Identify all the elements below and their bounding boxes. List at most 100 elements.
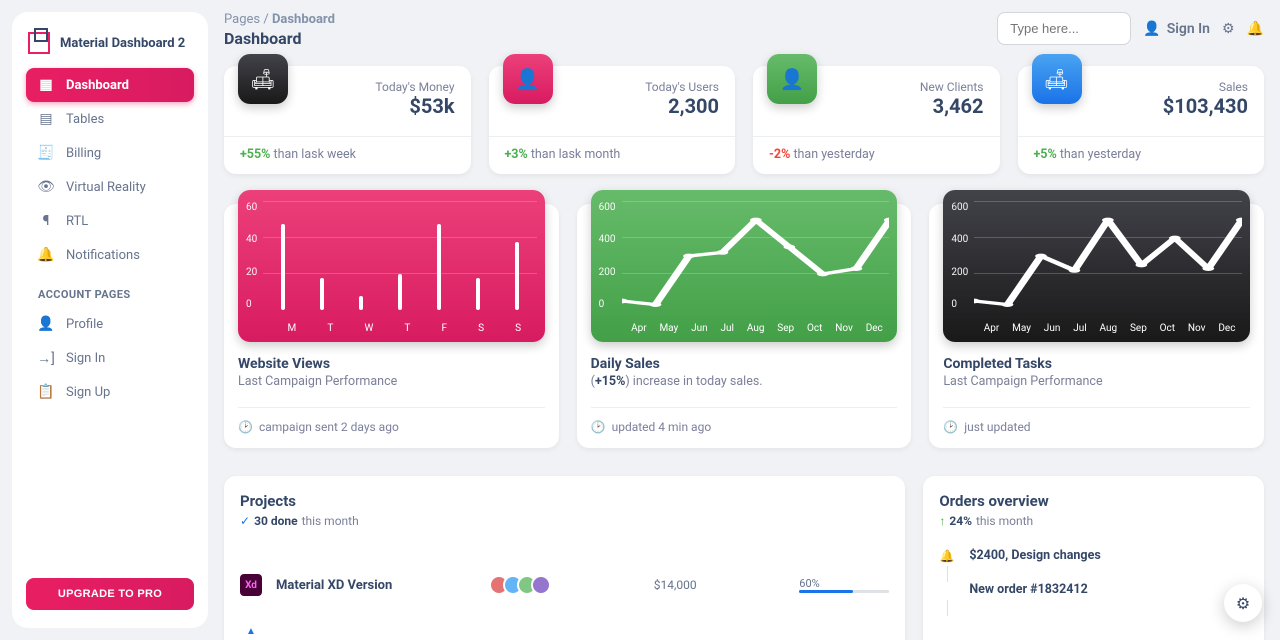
- chart-yaxis: 6004002000: [951, 202, 974, 310]
- stat-icon: 👤: [503, 54, 553, 104]
- chart-canvas: 6004002000 AprMayJunJulAugSepOctNovDec: [943, 190, 1250, 342]
- chart-subtitle: Last Campaign Performance: [238, 374, 545, 389]
- chart-bar: [359, 296, 363, 310]
- chart-yaxis: 6004002000: [599, 202, 622, 310]
- stat-card: 🛋Sales$103,430+5% than yesterday: [1018, 66, 1265, 174]
- clock-icon: 🕑: [238, 420, 253, 434]
- sidebar-item-virtual-reality[interactable]: 👁 Virtual Reality: [26, 170, 194, 204]
- sidebar-item-billing[interactable]: 🧾 Billing: [26, 136, 194, 170]
- orders-title: Orders overview: [939, 492, 1248, 510]
- search-input[interactable]: [997, 12, 1131, 45]
- chart-canvas: 6040200 MTWTFSS: [238, 190, 545, 342]
- chart-plot: [974, 202, 1242, 310]
- sidebar-item-profile[interactable]: 👤Profile: [26, 307, 194, 341]
- nav-label: Notifications: [66, 248, 140, 263]
- chart-bar: [476, 278, 480, 310]
- stats-row: 🛋Today's Money$53k+55% than lask week👤To…: [224, 66, 1264, 174]
- chart-card: 6004002000AprMayJunJulAugSepOctNovDecDai…: [577, 204, 912, 448]
- arrow-up-icon: ↑: [939, 514, 945, 528]
- chart-xaxis: MTWTFSS: [246, 323, 537, 334]
- notifications-icon[interactable]: 🔔: [1247, 21, 1264, 37]
- timeline-icon: [939, 582, 955, 598]
- brand: Material Dashboard 2: [26, 26, 194, 68]
- nav-icon: 👤: [38, 316, 54, 332]
- chart-bar: [398, 274, 402, 310]
- timeline-item: 🔔 $2400, Design changes: [939, 548, 1248, 582]
- chart-footer: 🕑just updated: [943, 407, 1250, 434]
- timeline-item: New order #1832412: [939, 582, 1248, 616]
- chart-plot: [622, 202, 890, 310]
- signin-label: Sign In: [1167, 21, 1210, 37]
- clock-icon: 🕑: [591, 420, 606, 434]
- chart-title: Daily Sales: [591, 356, 898, 372]
- timeline-title: New order #1832412: [969, 582, 1087, 598]
- sidebar-item-sign-up[interactable]: 📋Sign Up: [26, 375, 194, 409]
- nav-label: Tables: [66, 112, 104, 127]
- projects-done-count: 30 done: [254, 514, 298, 528]
- chart-title: Completed Tasks: [943, 356, 1250, 372]
- chart-footer: 🕑updated 4 min ago: [591, 407, 898, 434]
- nav-icon: 👁: [38, 179, 54, 195]
- nav-label: Virtual Reality: [66, 180, 146, 195]
- nav-icon: ▤: [38, 111, 54, 127]
- breadcrumb: Pages / Dashboard: [224, 12, 335, 27]
- stat-icon: 🛋: [1032, 54, 1082, 104]
- stat-foot: -2% than yesterday: [769, 147, 984, 162]
- topbar: Pages / Dashboard Dashboard 👤 Sign In ⚙ …: [224, 12, 1264, 48]
- nav-icon: ▦: [38, 77, 54, 93]
- check-icon: ✓: [240, 514, 250, 528]
- sidebar: Material Dashboard 2 ▦ Dashboard ▤ Tables 🧾 B…: [12, 12, 208, 628]
- breadcrumb-root[interactable]: Pages: [224, 12, 260, 27]
- chart-xaxis: AprMayJunJulAugSepOctNovDec: [951, 323, 1242, 334]
- project-budget: $14,000: [654, 578, 697, 592]
- brand-icon: [28, 32, 50, 54]
- upgrade-button[interactable]: UPGRADE TO PRO: [26, 578, 194, 610]
- timeline-icon: 🔔: [939, 548, 955, 564]
- nav-label: RTL: [66, 214, 88, 229]
- nav-label: Billing: [66, 146, 101, 161]
- stat-foot: +3% than lask month: [505, 147, 720, 162]
- nav-icon: ¶: [38, 213, 54, 229]
- nav-icon: →]: [38, 350, 54, 366]
- chart-subtitle: (+15%) increase in today sales.: [591, 374, 898, 389]
- sidebar-item-sign-in[interactable]: →] Sign In: [26, 341, 194, 375]
- stat-icon: 🛋: [238, 54, 288, 104]
- clock-icon: 🕑: [943, 420, 958, 434]
- stat-card: 🛋Today's Money$53k+55% than lask week: [224, 66, 471, 174]
- chart-card: 6040200 MTWTFSS Website Views Last Campaign…: [224, 204, 559, 448]
- brand-text: Material Dashboard 2: [60, 36, 185, 51]
- projects-done-suffix: this month: [302, 514, 359, 528]
- chart-footer: 🕑campaign sent 2 days ago: [238, 407, 545, 434]
- project-row[interactable]: ▲: [240, 608, 889, 640]
- chart-title: Website Views: [238, 356, 545, 372]
- breadcrumb-current: Dashboard: [272, 12, 335, 27]
- project-icon: Xd: [240, 574, 262, 596]
- sidebar-item-dashboard[interactable]: ▦ Dashboard: [26, 68, 194, 102]
- signin-link[interactable]: 👤 Sign In: [1143, 21, 1210, 37]
- person-icon: 👤: [1143, 21, 1160, 37]
- sidebar-item-rtl[interactable]: ¶ RTL: [26, 204, 194, 238]
- nav-icon: 🧾: [38, 145, 54, 161]
- project-row[interactable]: XdMaterial XD Version$14,00060%: [240, 562, 889, 608]
- chart-subtitle: Last Campaign Performance: [943, 374, 1250, 389]
- stat-card: 👤New Clients3,462-2% than yesterday: [753, 66, 1000, 174]
- stat-card: 👤Today's Users2,300+3% than lask month: [489, 66, 736, 174]
- sidebar-item-tables[interactable]: ▤ Tables: [26, 102, 194, 136]
- chart-bar: [515, 242, 519, 310]
- settings-icon[interactable]: ⚙: [1222, 21, 1235, 37]
- timeline-title: $2400, Design changes: [969, 548, 1100, 564]
- settings-fab[interactable]: ⚙: [1224, 584, 1262, 622]
- charts-row: 6040200 MTWTFSS Website Views Last Campaign…: [224, 204, 1264, 448]
- projects-title: Projects: [240, 492, 889, 510]
- nav-label: Sign Up: [66, 385, 110, 400]
- nav-label: Sign In: [66, 351, 105, 366]
- stat-icon: 👤: [767, 54, 817, 104]
- chart-bar: [320, 278, 324, 310]
- page-title: Dashboard: [224, 29, 335, 48]
- projects-panel: Projects ✓ 30 done this month XdMaterial…: [224, 476, 905, 640]
- chart-plot: [263, 202, 536, 310]
- chart-yaxis: 6040200: [246, 202, 263, 310]
- sidebar-item-notifications[interactable]: 🔔Notifications: [26, 238, 194, 272]
- nav-label: Dashboard: [66, 78, 129, 93]
- chart-canvas: 6004002000AprMayJunJulAugSepOctNovDec: [591, 190, 898, 342]
